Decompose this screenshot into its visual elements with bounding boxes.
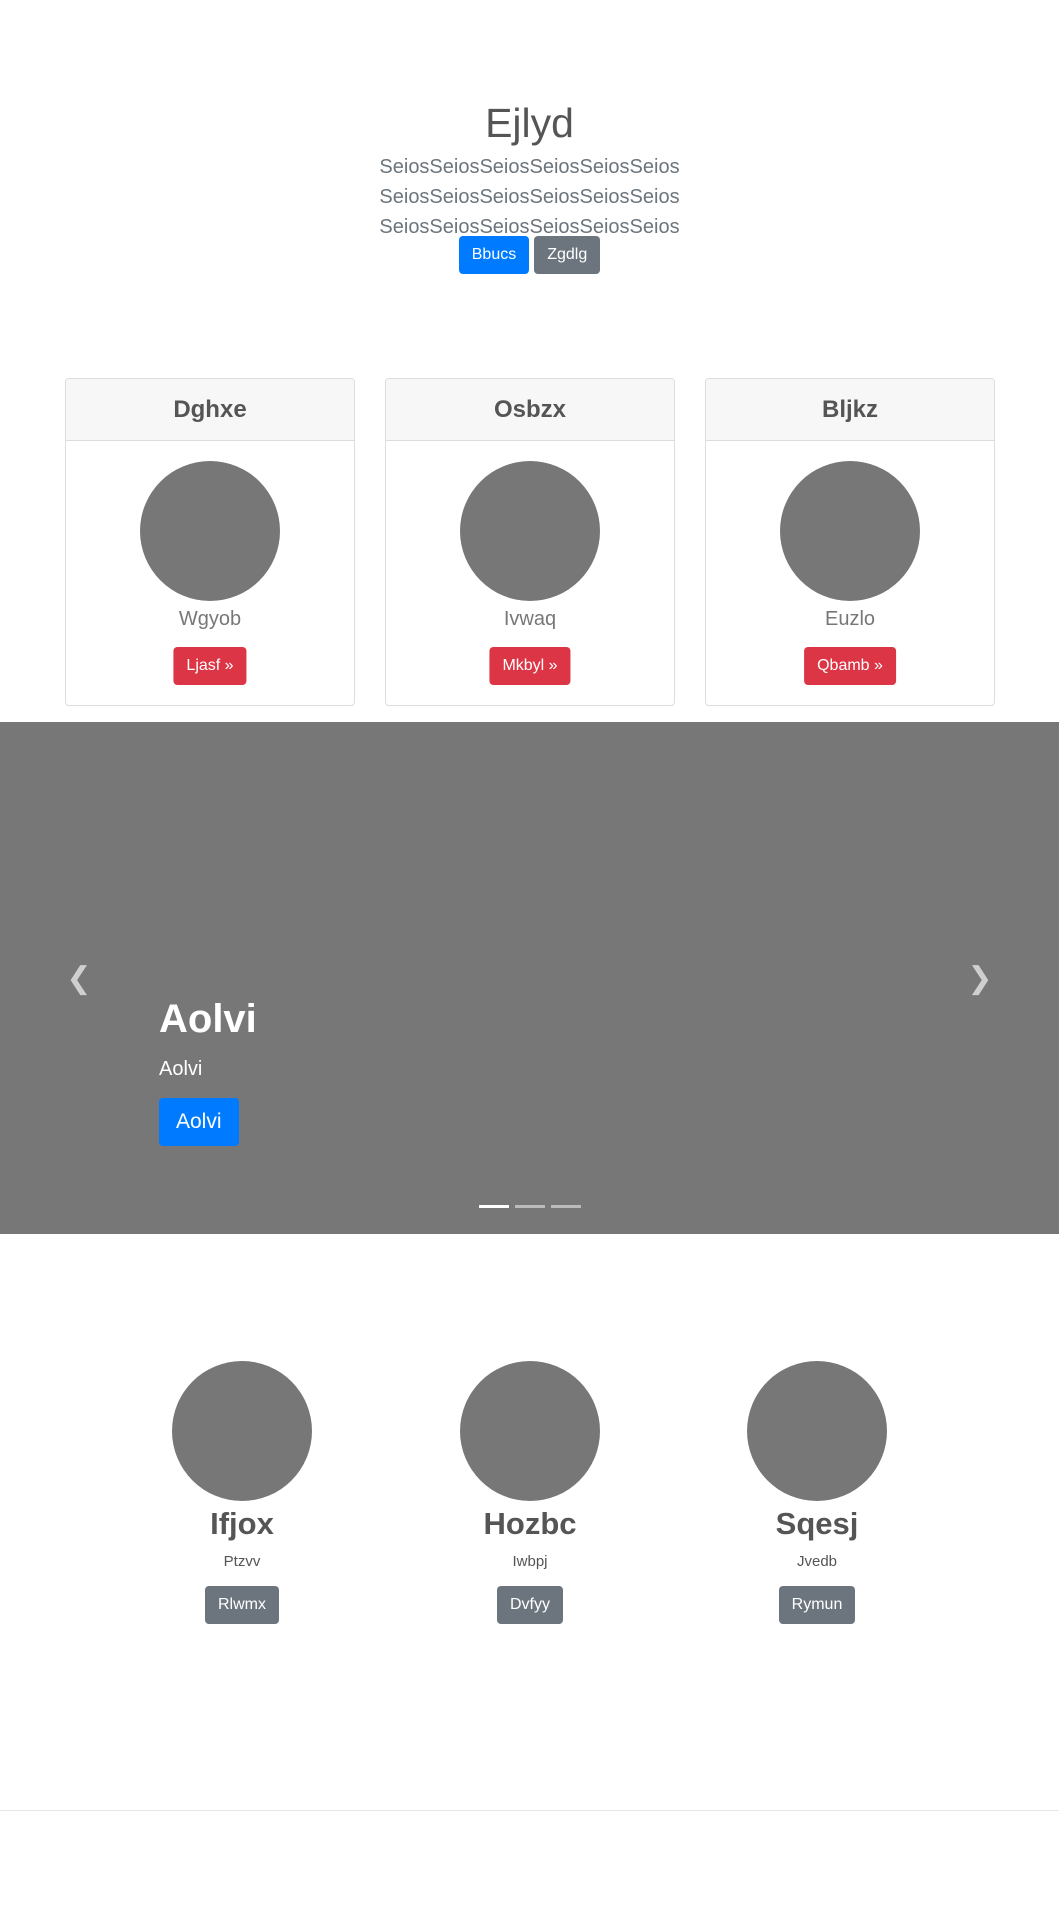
card-action-button[interactable]: Mkbyl » xyxy=(489,647,571,685)
feature-title: Sqesj xyxy=(775,1506,859,1541)
card-header: Osbzx xyxy=(386,379,674,441)
feature-image-placeholder xyxy=(460,1361,600,1501)
feature-text: Ptzvv xyxy=(223,1553,261,1570)
carousel-indicator-3[interactable] xyxy=(550,1205,581,1208)
footer-divider xyxy=(0,1810,1059,1811)
hero-secondary-button[interactable]: Zgdlg xyxy=(534,236,601,274)
feature-column: Hozbc Iwbpj Dvfyy xyxy=(430,1361,630,1624)
hero-title: Ejlyd xyxy=(485,100,574,146)
feature-text: Jvedb xyxy=(796,1553,838,1570)
chevron-left-icon[interactable]: ❮ xyxy=(64,964,94,994)
feature-title: Hozbc xyxy=(483,1506,577,1541)
card-subtitle: Ivwaq xyxy=(503,608,557,630)
feature-image-placeholder xyxy=(172,1361,312,1501)
feature-button[interactable]: Dvfyy xyxy=(497,1586,563,1624)
card: Osbzx Ivwaq Mkbyl » xyxy=(385,378,675,706)
card: Bljkz Euzlo Qbamb » xyxy=(705,378,995,706)
card: Dghxe Wgyob Ljasf » xyxy=(65,378,355,706)
carousel-caption-button[interactable]: Aolvi xyxy=(159,1098,239,1146)
carousel-caption-text: Aolvi xyxy=(159,1058,203,1080)
hero-lead-text: SeiosSeiosSeiosSeiosSeiosSeios SeiosSeio… xyxy=(379,156,680,238)
carousel-caption: Aolvi Aolvi xyxy=(159,994,257,1082)
card-deck: Dghxe Wgyob Ljasf » Osbzx Ivwaq Mkbyl » … xyxy=(65,378,995,706)
card-header: Bljkz xyxy=(706,379,994,441)
carousel-indicator-1[interactable] xyxy=(478,1205,509,1208)
hero-button-group: Bbucs Zgdlg xyxy=(0,236,1059,274)
card-subtitle: Euzlo xyxy=(824,608,876,630)
card-image-placeholder xyxy=(460,461,600,601)
carousel-indicators xyxy=(0,1205,1059,1208)
feature-title: Ifjox xyxy=(210,1506,274,1541)
hero-primary-button[interactable]: Bbucs xyxy=(458,236,530,274)
carousel-caption-title: Aolvi xyxy=(159,997,257,1041)
card-subtitle: Wgyob xyxy=(178,608,242,630)
chevron-right-icon[interactable]: ❯ xyxy=(965,964,995,994)
feature-text: Iwbpj xyxy=(512,1553,548,1570)
carousel: ❮ ❯ Aolvi Aolvi Aolvi xyxy=(0,722,1059,1234)
feature-column: Sqesj Jvedb Rymun xyxy=(717,1361,917,1624)
feature-column: Ifjox Ptzvv Rlwmx xyxy=(142,1361,342,1624)
feature-button[interactable]: Rlwmx xyxy=(205,1586,279,1624)
carousel-indicator-2[interactable] xyxy=(514,1205,545,1208)
feature-button[interactable]: Rymun xyxy=(778,1586,856,1624)
card-action-button[interactable]: Ljasf » xyxy=(173,647,247,685)
card-image-placeholder xyxy=(140,461,280,601)
card-header: Dghxe xyxy=(66,379,354,441)
features-section: Ifjox Ptzvv Rlwmx Hozbc Iwbpj Dvfyy Sqes… xyxy=(0,1234,1059,1810)
feature-image-placeholder xyxy=(747,1361,887,1501)
hero-section: Ejlyd SeiosSeiosSeiosSeiosSeiosSeios Sei… xyxy=(0,0,1059,330)
card-image-placeholder xyxy=(780,461,920,601)
card-action-button[interactable]: Qbamb » xyxy=(804,647,896,685)
